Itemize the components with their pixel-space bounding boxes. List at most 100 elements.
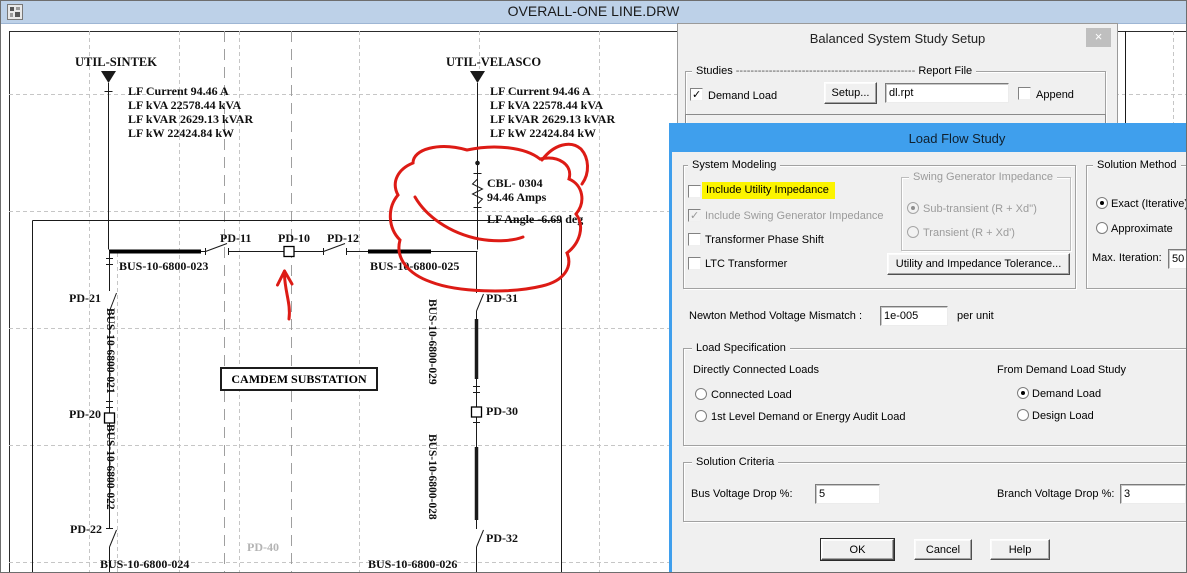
pd30-breaker[interactable] (472, 407, 482, 417)
sintek-lf-kw: LF kW 22424.84 kW (128, 127, 253, 141)
studies-group-label: Studies --------------------------------… (692, 65, 976, 77)
bus-voltage-drop-label: Bus Voltage Drop %: (691, 488, 793, 501)
setup-dialog-titlebar[interactable]: Balanced System Study Setup (678, 31, 1117, 46)
include-utility-impedance-label: Include Utility Impedance (702, 184, 835, 197)
velasco-lf-current: LF Current 94.46 A (490, 85, 615, 99)
branch-voltage-drop-input[interactable] (1120, 484, 1186, 504)
cancel-button[interactable]: Cancel (914, 539, 972, 560)
velasco-lf-results: LF Current 94.46 A LF kVA 22578.44 kVA L… (490, 85, 615, 141)
transient-radio[interactable] (907, 226, 919, 238)
pd22-label: PD-22 (70, 523, 102, 536)
first-level-demand-label: 1st Level Demand or Energy Audit Load (711, 411, 905, 424)
sub-transient-radio[interactable] (907, 202, 919, 214)
sintek-lf-kvar: LF kVAR 2629.13 kVAR (128, 113, 253, 127)
report-file-input[interactable] (885, 83, 1009, 103)
swing-generator-group-label: Swing Generator Impedance (909, 171, 1057, 183)
app-window: OVERALL-ONE LINE.DRW (0, 0, 1187, 573)
newton-mismatch-input[interactable] (880, 306, 948, 326)
help-button[interactable]: Help (990, 539, 1050, 560)
yellow-highlight: Include Utility Impedance (702, 182, 835, 199)
include-utility-impedance-checkbox[interactable] (688, 185, 701, 198)
transient-label: Transient (R + Xd') (923, 227, 1015, 240)
bus029-label: BUS-10-6800-029 (425, 299, 438, 385)
directly-connected-loads-label: Directly Connected Loads (693, 364, 819, 377)
exact-iterative-radio[interactable] (1096, 197, 1108, 209)
utility-impedance-tolerance-button[interactable]: Utility and Impedance Tolerance... (887, 253, 1070, 275)
newton-mismatch-label: Newton Method Voltage Mismatch : (689, 310, 862, 323)
util-velasco-label[interactable]: UTIL-VELASCO (446, 56, 541, 69)
bus-voltage-drop-input[interactable] (815, 484, 880, 504)
exact-iterative-label: Exact (Iterative) (1111, 198, 1187, 211)
from-demand-load-study-label: From Demand Load Study (997, 364, 1126, 377)
include-swing-generator-checkbox[interactable] (688, 209, 701, 222)
connected-load-label: Connected Load (711, 389, 792, 402)
pd31-label: PD-31 (486, 292, 518, 305)
pd30-label: PD-30 (486, 405, 518, 418)
pd10-label: PD-10 (278, 232, 310, 245)
setup-button[interactable]: Setup... (824, 82, 877, 104)
branch-voltage-drop-label: Branch Voltage Drop %: (997, 488, 1114, 501)
bus022-label: BUS-10-6800-022 (103, 424, 116, 510)
bus026-label: BUS-10-6800-026 (368, 558, 457, 571)
load-specification-label: Load Specification (692, 342, 790, 354)
pd20-breaker[interactable] (105, 413, 115, 423)
sintek-lf-kva: LF kVA 22578.44 kVA (128, 99, 253, 113)
load-flow-title: Load Flow Study (672, 131, 1187, 146)
design-load-label: Design Load (1032, 410, 1094, 423)
studies-dashes: ----------------------------------------… (736, 65, 916, 77)
velasco-lf-kvar: LF kVAR 2629.13 kVAR (490, 113, 615, 127)
studies-label: Studies (696, 65, 733, 77)
cable-amps-label: 94.46 Amps (487, 191, 546, 204)
transformer-phase-shift-checkbox[interactable] (688, 233, 701, 246)
velasco-lf-kva: LF kVA 22578.44 kVA (490, 99, 615, 113)
load-flow-titlebar[interactable]: Load Flow Study (672, 126, 1187, 152)
bus025-label: BUS-10-6800-025 (370, 260, 459, 273)
demand-load-radio[interactable] (1017, 387, 1029, 399)
sub-transient-label: Sub-transient (R + Xd'') (923, 203, 1037, 216)
demand-load-option-label: Demand Load (1032, 388, 1101, 401)
solution-method-label: Solution Method (1093, 159, 1181, 171)
design-load-radio[interactable] (1017, 409, 1029, 421)
ltc-transformer-checkbox[interactable] (688, 257, 701, 270)
demand-load-checkbox[interactable] (690, 88, 703, 101)
pd11-label: PD-11 (220, 232, 251, 245)
ltc-transformer-label: LTC Transformer (705, 258, 787, 271)
utility-source-symbols[interactable] (101, 71, 485, 83)
append-checkbox[interactable] (1018, 87, 1031, 100)
bus021-label: BUS-10-6800-021 (103, 308, 116, 394)
bus023-label: BUS-10-6800-023 (119, 260, 208, 273)
bus028-label: BUS-10-6800-028 (425, 434, 438, 520)
solution-criteria-label: Solution Criteria (692, 456, 778, 468)
per-unit-label: per unit (957, 310, 994, 323)
first-level-demand-radio[interactable] (695, 410, 707, 422)
approximate-radio[interactable] (1096, 222, 1108, 234)
ok-button[interactable]: OK (821, 539, 894, 560)
include-swing-generator-label: Include Swing Generator Impedance (705, 210, 884, 223)
close-icon[interactable]: × (1086, 28, 1111, 47)
pd32-label: PD-32 (486, 532, 518, 545)
velasco-lf-kw: LF kW 22424.84 kW (490, 127, 615, 141)
load-flow-dialog: Load Flow Study System Modeling Include … (669, 123, 1187, 573)
append-label: Append (1036, 89, 1074, 102)
left-branch[interactable] (106, 251, 117, 573)
cable-angle-label: LF Angle -6.69 deg (487, 213, 583, 226)
cable-id-label: CBL- 0304 (487, 177, 543, 190)
pd10-breaker[interactable] (284, 247, 294, 257)
system-modeling-label: System Modeling (688, 159, 780, 171)
demand-load-label: Demand Load (708, 90, 777, 103)
pd20-label: PD-20 (69, 408, 101, 421)
bus024-label: BUS-10-6800-024 (100, 558, 189, 571)
approximate-label: Approximate (1111, 223, 1173, 236)
pd40-label: PD-40 (247, 541, 279, 554)
pd21-label: PD-21 (69, 292, 101, 305)
max-iteration-input[interactable] (1168, 249, 1187, 269)
pd12-label: PD-12 (327, 232, 359, 245)
report-file-label: Report File (918, 65, 972, 77)
connected-load-radio[interactable] (695, 388, 707, 400)
sintek-lf-results: LF Current 94.46 A LF kVA 22578.44 kVA L… (128, 85, 253, 141)
util-sintek-label[interactable]: UTIL-SINTEK (75, 56, 157, 69)
substation-title-box: CAMDEM SUBSTATION (220, 367, 378, 391)
sintek-lf-current: LF Current 94.46 A (128, 85, 253, 99)
main-bus[interactable] (109, 244, 478, 257)
max-iteration-label: Max. Iteration: (1092, 252, 1162, 265)
